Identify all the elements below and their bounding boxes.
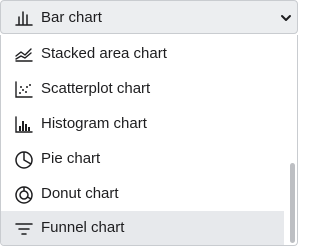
- chevron-down-icon[interactable]: [280, 13, 292, 23]
- bar-chart-icon: [15, 9, 33, 27]
- funnel-chart-icon: [14, 219, 34, 239]
- scrollbar-thumb[interactable]: [290, 163, 295, 243]
- option-label: Donut chart: [41, 185, 119, 202]
- option-pie-chart[interactable]: Pie chart: [1, 142, 284, 176]
- pie-chart-icon: [14, 150, 34, 170]
- option-stacked-area-chart[interactable]: Stacked area chart: [1, 37, 284, 71]
- area-chart-icon: [14, 45, 34, 65]
- donut-chart-icon: [14, 185, 34, 205]
- option-scatterplot-chart[interactable]: Scatterplot chart: [1, 72, 284, 106]
- option-donut-chart[interactable]: Donut chart: [1, 177, 284, 211]
- option-label: Scatterplot chart: [41, 80, 151, 97]
- option-histogram-chart[interactable]: Histogram chart: [1, 107, 284, 141]
- option-label: Histogram chart: [41, 115, 147, 132]
- histogram-icon: [14, 115, 34, 135]
- option-label: Funnel chart: [41, 219, 125, 236]
- option-funnel-chart[interactable]: Funnel chart: [1, 211, 284, 245]
- selected-chart-type: Bar chart: [41, 9, 102, 26]
- option-label: Stacked area chart: [41, 45, 167, 62]
- option-label: Pie chart: [41, 150, 101, 167]
- scatterplot-icon: [14, 80, 34, 100]
- chart-type-dropdown: Stacked area chart Scatterplot chart His…: [0, 35, 298, 246]
- chart-type-select[interactable]: Bar chart: [0, 0, 298, 34]
